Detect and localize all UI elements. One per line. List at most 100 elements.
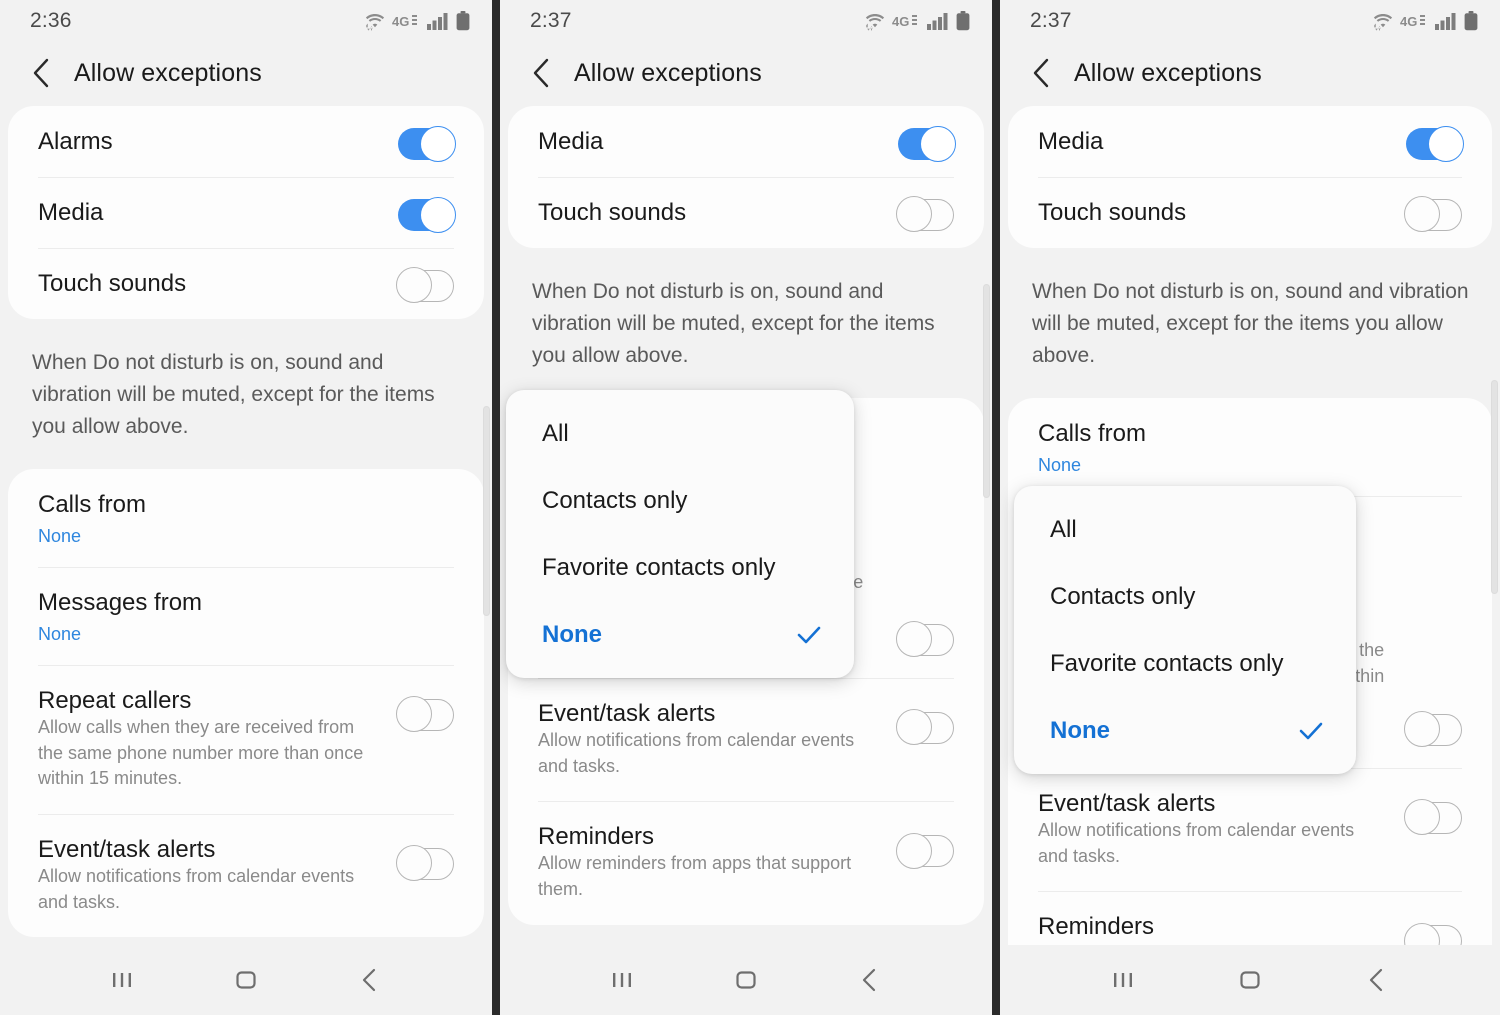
4g-icon: 4G xyxy=(392,13,420,30)
setting-label: Media xyxy=(1038,127,1104,155)
setting-row-event-task-alerts[interactable]: Event/task alerts Allow notifications fr… xyxy=(1008,767,1492,891)
wifi-icon xyxy=(1373,12,1393,31)
scrollbar-thumb[interactable] xyxy=(983,284,990,498)
setting-label: Touch sounds xyxy=(1038,198,1187,226)
setting-label: Reminders xyxy=(1038,913,1155,941)
phone-screen-1: 2:36 4G Allow exceptions Alarms Media To… xyxy=(0,0,492,1015)
status-bar-3: 2:37 4G xyxy=(1000,0,1500,42)
setting-row-media[interactable]: Media xyxy=(8,177,484,248)
checkmark-icon xyxy=(1296,716,1326,746)
toggle-reminders[interactable] xyxy=(896,832,954,869)
settings-scroll-2[interactable]: Media Touch sounds When Do not disturb i… xyxy=(500,106,992,947)
setting-row-alarms[interactable]: Alarms xyxy=(8,106,484,177)
setting-row-media[interactable]: Media xyxy=(508,106,984,177)
setting-label: Alarms xyxy=(38,127,113,155)
back-icon[interactable] xyxy=(842,952,898,1008)
home-icon[interactable] xyxy=(718,952,774,1008)
toggle-touch-sounds[interactable] xyxy=(396,266,454,303)
setting-row-calls-from[interactable]: Calls from None xyxy=(8,469,484,567)
recents-icon[interactable] xyxy=(1095,952,1151,1008)
dropdown-item-all[interactable]: All xyxy=(506,400,854,467)
toggle-media[interactable] xyxy=(1406,125,1464,162)
toggle-knob xyxy=(896,195,932,232)
toggle-knob xyxy=(420,125,456,162)
toggle-touch-sounds[interactable] xyxy=(1404,195,1462,232)
signal-icon xyxy=(927,12,949,30)
home-icon[interactable] xyxy=(218,952,274,1008)
toggle-event-task-alerts[interactable] xyxy=(896,709,954,746)
toggle-repeat-callers[interactable] xyxy=(896,621,954,658)
setting-row-repeat-callers[interactable]: Repeat callers Allow calls when they are… xyxy=(8,664,484,814)
back-icon[interactable] xyxy=(342,952,398,1008)
setting-row-media[interactable]: Media xyxy=(1008,106,1492,177)
back-icon[interactable] xyxy=(530,58,552,88)
setting-label: Reminders xyxy=(538,823,655,851)
toggle-alarms[interactable] xyxy=(398,125,456,162)
dropdown-item-none[interactable]: None xyxy=(1014,697,1356,764)
dropdown-item-all[interactable]: All xyxy=(1014,496,1356,563)
setting-row-touch-sounds[interactable]: Touch sounds xyxy=(1008,177,1492,248)
calls-from-dropdown[interactable]: All Contacts only Favorite contacts only… xyxy=(1014,486,1356,774)
calls-from-dropdown[interactable]: All Contacts only Favorite contacts only… xyxy=(506,390,854,678)
toggle-media[interactable] xyxy=(898,125,956,162)
setting-label: Event/task alerts xyxy=(1038,789,1216,817)
setting-row-calls-from[interactable]: Calls from None xyxy=(1008,398,1492,496)
setting-row-event-task-alerts[interactable]: Event/task alerts Allow notifications fr… xyxy=(8,813,484,937)
setting-row-messages-from[interactable]: Messages from None xyxy=(8,566,484,665)
setting-row-event-task-alerts[interactable]: Event/task alerts Allow notifications fr… xyxy=(508,677,984,801)
recents-icon[interactable] xyxy=(94,952,150,1008)
setting-label: Touch sounds xyxy=(38,269,187,297)
wifi-icon xyxy=(865,12,885,31)
toggles-card-2: Media Touch sounds xyxy=(508,106,984,248)
dropdown-item-favorite-contacts-only[interactable]: Favorite contacts only xyxy=(1014,630,1356,697)
nav-bar-2 xyxy=(500,945,992,1015)
settings-scroll-1[interactable]: Alarms Media Touch sounds When Do not di… xyxy=(0,106,492,947)
toggle-touch-sounds[interactable] xyxy=(896,195,954,232)
status-icons: 4G xyxy=(1373,11,1478,31)
toggle-repeat-callers[interactable] xyxy=(396,696,454,733)
4g-icon: 4G xyxy=(892,13,920,30)
scrollbar-thumb[interactable] xyxy=(1491,380,1498,594)
toggle-event-task-alerts[interactable] xyxy=(396,845,454,882)
back-icon[interactable] xyxy=(30,58,52,88)
toggle-event-task-alerts[interactable] xyxy=(1404,799,1462,836)
back-icon[interactable] xyxy=(1349,952,1405,1008)
battery-icon xyxy=(456,11,470,31)
back-icon[interactable] xyxy=(1030,58,1052,88)
toggle-knob xyxy=(420,196,456,233)
setting-row-touch-sounds[interactable]: Touch sounds xyxy=(508,177,984,248)
svg-text:4G: 4G xyxy=(1400,14,1417,29)
settings-scroll-3[interactable]: Media Touch sounds When Do not disturb i… xyxy=(1000,106,1500,1015)
dnd-notice-text: When Do not disturb is on, sound and vib… xyxy=(1032,280,1469,367)
page-title: Allow exceptions xyxy=(1074,58,1262,87)
dropdown-item-label: None xyxy=(542,620,602,648)
options-card-1: Calls from None Messages from None Repea… xyxy=(8,468,484,938)
dropdown-item-contacts-only[interactable]: Contacts only xyxy=(1014,563,1356,630)
setting-label: Calls from xyxy=(1038,419,1147,447)
status-icons: 4G xyxy=(365,11,470,31)
toggles-card-1: Alarms Media Touch sounds xyxy=(8,106,484,319)
home-icon[interactable] xyxy=(1222,952,1278,1008)
wifi-icon xyxy=(365,12,385,31)
setting-text-block: Event/task alerts Allow notifications fr… xyxy=(538,700,898,779)
toggle-repeat-callers[interactable] xyxy=(1404,711,1462,748)
dropdown-item-contacts-only[interactable]: Contacts only xyxy=(506,467,854,534)
setting-row-touch-sounds[interactable]: Touch sounds xyxy=(8,248,484,319)
battery-icon xyxy=(956,11,970,31)
panel-divider-2 xyxy=(992,0,1000,1015)
toggles-card-3: Media Touch sounds xyxy=(1008,106,1492,248)
toggle-knob xyxy=(896,621,932,658)
toggle-knob xyxy=(396,845,432,882)
toggle-media[interactable] xyxy=(398,196,456,233)
toggle-knob xyxy=(396,696,432,733)
status-clock: 2:37 xyxy=(530,9,572,32)
recents-icon[interactable] xyxy=(594,952,650,1008)
scrollbar-thumb[interactable] xyxy=(483,406,490,616)
setting-row-reminders[interactable]: Reminders Allow reminders from apps that… xyxy=(508,801,984,924)
dnd-notice-text: When Do not disturb is on, sound and vib… xyxy=(532,280,935,367)
dropdown-item-none[interactable]: None xyxy=(506,601,854,668)
dropdown-item-favorite-contacts-only[interactable]: Favorite contacts only xyxy=(506,534,854,601)
dropdown-item-label: Favorite contacts only xyxy=(542,553,776,581)
setting-label: Event/task alerts xyxy=(538,699,716,727)
status-bar-2: 2:37 4G xyxy=(500,0,992,42)
